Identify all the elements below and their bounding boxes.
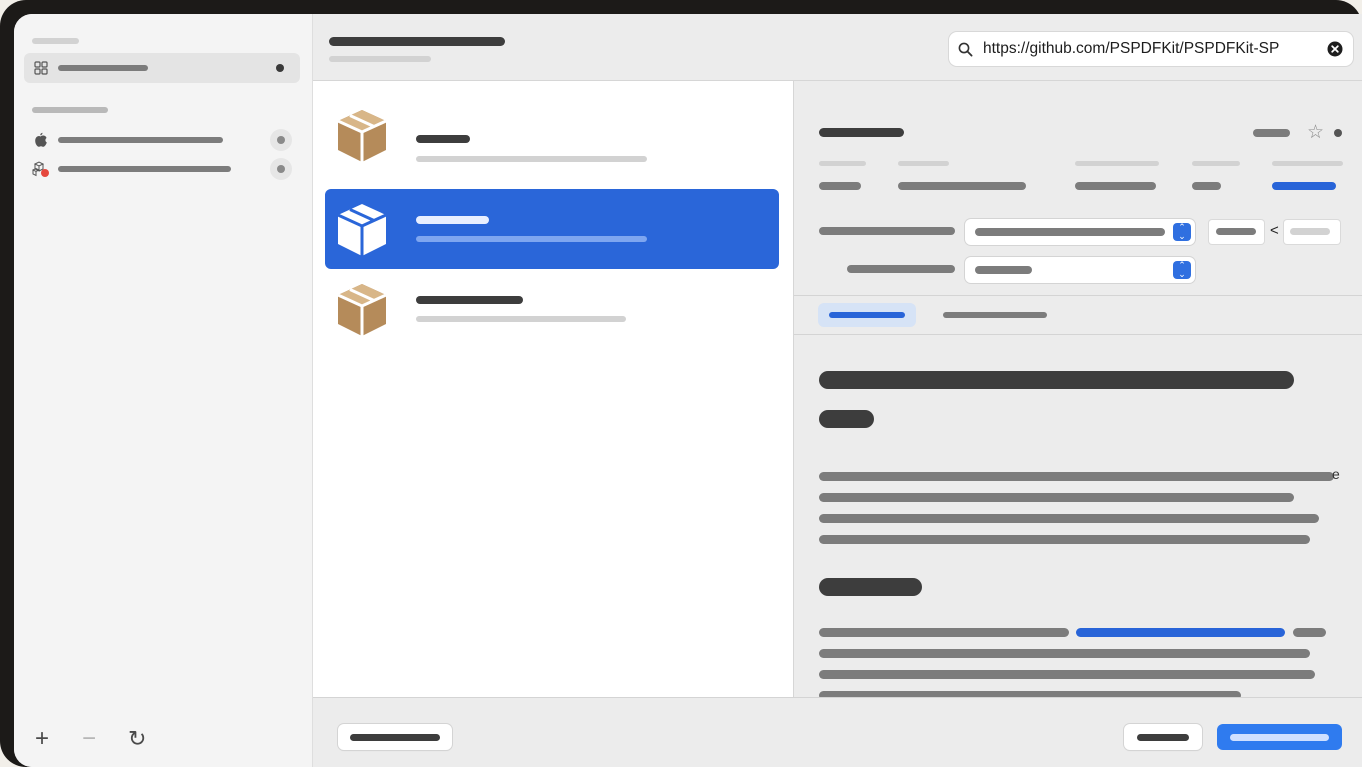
readme-text xyxy=(1293,628,1326,637)
package-version xyxy=(1253,129,1290,137)
meta-heading xyxy=(1192,161,1240,166)
sidebar-item-label xyxy=(58,137,223,143)
sidebar-item-apple-swift-packages[interactable] xyxy=(24,127,300,153)
tab-label xyxy=(829,312,905,318)
package-detail: ☆ ⌃ ⌄ < ⌃ ⌄ e xyxy=(793,81,1362,700)
button-label xyxy=(1137,734,1189,741)
readme-text-overflow: e xyxy=(1332,466,1340,482)
popup-chevron-icon: ⌃ ⌄ xyxy=(1173,261,1191,279)
package-name xyxy=(416,135,470,143)
dependency-rule-label xyxy=(819,227,955,235)
status-indicator xyxy=(270,129,292,151)
readme-text xyxy=(819,493,1294,502)
popup-chevron-icon: ⌃ ⌄ xyxy=(1173,223,1191,241)
meta-heading xyxy=(1075,161,1159,166)
readme-subheading xyxy=(819,578,922,596)
clear-icon[interactable] xyxy=(1327,41,1343,57)
package-icon xyxy=(337,110,387,162)
version-to-field[interactable] xyxy=(1284,220,1340,244)
readme-text xyxy=(819,649,1310,658)
sidebar-item-label xyxy=(58,166,231,172)
button-label xyxy=(350,734,440,741)
app-window: + − ↻ https://github.com/PSPDFKit/PSPDFK… xyxy=(14,14,1362,767)
sidebar-section-heading xyxy=(32,107,108,113)
readme-text xyxy=(819,514,1319,523)
search-field[interactable]: https://github.com/PSPDFKit/PSPDFKit-SP xyxy=(949,32,1353,66)
version-from-field[interactable] xyxy=(1209,220,1264,244)
package-icon xyxy=(337,204,387,256)
meta-heading xyxy=(819,161,866,166)
remove-icon[interactable]: − xyxy=(82,727,96,751)
sidebar: + − ↻ xyxy=(14,14,313,767)
add-local-button[interactable] xyxy=(338,724,452,750)
package-error-icon xyxy=(32,161,49,177)
sidebar-item-all-packages[interactable] xyxy=(24,53,300,83)
readme-text xyxy=(819,535,1310,544)
divider xyxy=(794,334,1362,335)
tab-release-notes[interactable] xyxy=(934,303,1050,327)
meta-value xyxy=(819,182,861,190)
readme-text xyxy=(819,472,1334,481)
package-url xyxy=(416,316,626,322)
sidebar-item-label xyxy=(58,65,148,71)
list-item[interactable] xyxy=(325,269,779,349)
meta-heading xyxy=(1272,161,1343,166)
button-label xyxy=(1230,734,1329,741)
meta-value xyxy=(898,182,1026,190)
search-icon xyxy=(958,42,973,57)
target-label xyxy=(847,265,955,273)
version-from-value xyxy=(1216,228,1256,235)
target-popup[interactable]: ⌃ ⌄ xyxy=(965,257,1195,283)
dependency-rule-popup[interactable]: ⌃ ⌄ xyxy=(965,219,1195,245)
sidebar-section-heading xyxy=(32,38,79,44)
meta-heading xyxy=(898,161,949,166)
search-input[interactable]: https://github.com/PSPDFKit/PSPDFKit-SP xyxy=(983,40,1279,58)
package-name xyxy=(416,296,523,304)
meta-link[interactable] xyxy=(1272,182,1336,190)
readme-heading xyxy=(819,410,874,428)
cancel-button[interactable] xyxy=(1124,724,1202,750)
readme-heading xyxy=(819,371,1294,389)
window-title xyxy=(329,37,505,46)
list-item-selected[interactable] xyxy=(325,189,779,269)
readme-link[interactable] xyxy=(1076,628,1285,637)
package-url xyxy=(416,236,647,242)
status-indicator xyxy=(270,158,292,180)
version-to-placeholder xyxy=(1290,228,1330,235)
apple-icon xyxy=(35,132,47,147)
package-title xyxy=(819,128,904,137)
meta-value xyxy=(1192,182,1221,190)
popup-value xyxy=(975,266,1032,274)
package-name xyxy=(416,216,489,224)
window-subtitle xyxy=(329,56,431,62)
list-item[interactable] xyxy=(325,95,779,175)
popup-value xyxy=(975,228,1165,236)
add-icon[interactable]: + xyxy=(35,727,49,751)
status-dot xyxy=(276,64,284,72)
package-list xyxy=(313,81,793,697)
add-package-button[interactable] xyxy=(1217,724,1342,750)
status-dot xyxy=(1334,129,1342,137)
divider xyxy=(794,295,1362,296)
star-icon[interactable]: ☆ xyxy=(1307,123,1324,142)
sidebar-item-package-collection[interactable] xyxy=(24,156,300,182)
tab-label xyxy=(943,312,1047,318)
tab-readme[interactable] xyxy=(818,303,916,327)
readme-text xyxy=(819,628,1069,637)
package-url xyxy=(416,156,647,162)
bottom-bar xyxy=(313,697,1362,767)
grid-icon xyxy=(34,61,48,75)
readme-text xyxy=(819,670,1315,679)
meta-value xyxy=(1075,182,1156,190)
version-operator: < xyxy=(1270,222,1279,239)
refresh-icon[interactable]: ↻ xyxy=(128,727,146,751)
package-icon xyxy=(337,284,387,336)
